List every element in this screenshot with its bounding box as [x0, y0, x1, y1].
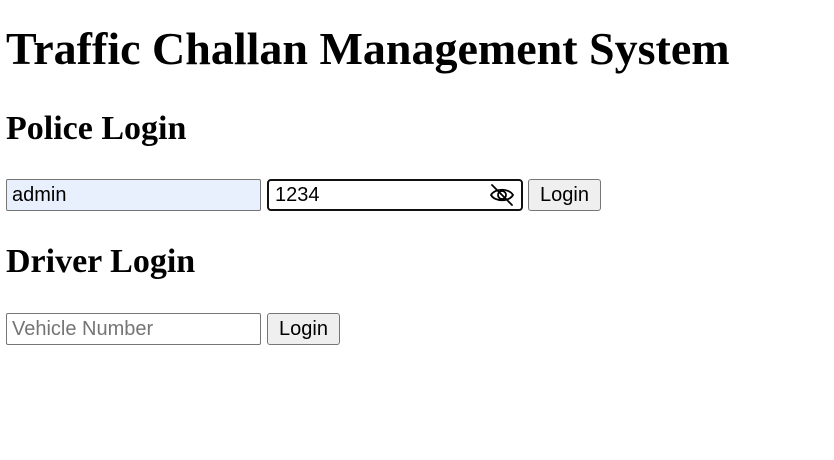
police-username-value: admin	[12, 184, 67, 206]
driver-login-heading: Driver Login	[6, 243, 196, 280]
police-username-input[interactable]: admin	[6, 179, 261, 211]
driver-login-button[interactable]: Login	[267, 313, 340, 345]
page-title: Traffic Challan Management System	[6, 23, 730, 74]
police-login-heading: Police Login	[6, 110, 187, 147]
police-password-value: 1234	[275, 184, 320, 206]
eye-slash-icon[interactable]	[489, 183, 515, 207]
vehicle-number-input[interactable]: Vehicle Number	[6, 313, 261, 345]
police-login-button[interactable]: Login	[528, 179, 601, 211]
vehicle-number-placeholder: Vehicle Number	[12, 318, 154, 340]
police-password-input[interactable]: 1234	[267, 179, 523, 211]
